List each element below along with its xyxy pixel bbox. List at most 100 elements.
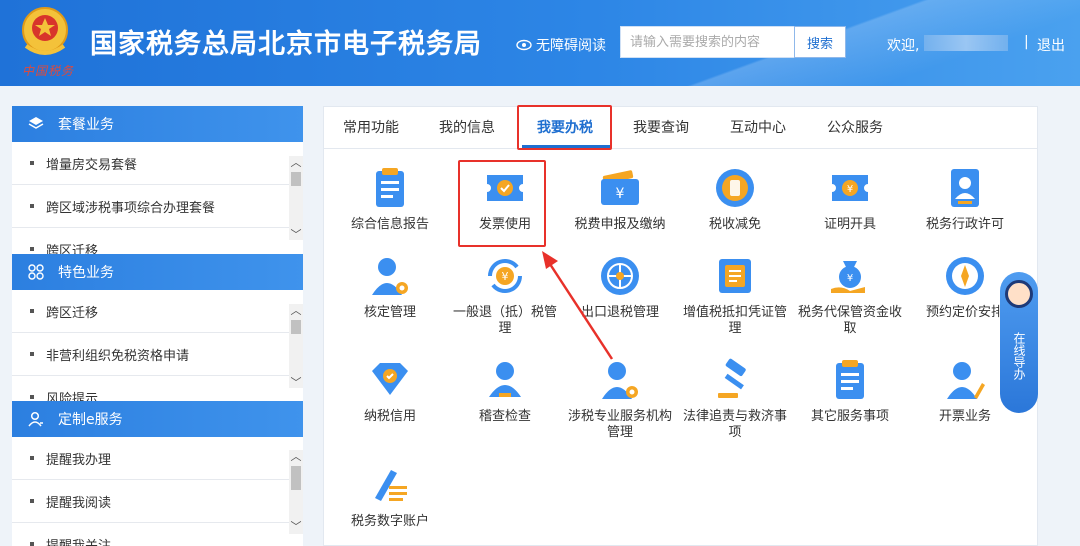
tab-public-service[interactable]: 公众服务: [827, 107, 883, 149]
grid-icon: [28, 264, 44, 280]
active-tab-indicator: [522, 145, 610, 148]
sidebar-item-label: 跨区迁移: [46, 243, 99, 255]
sidebar-list-custom: 提醒我办理 提醒我阅读 提醒我关注: [12, 437, 303, 546]
certificate-ticket-icon: ¥: [832, 175, 868, 201]
func-label: 纳税信用: [363, 409, 416, 424]
id-card-icon: [951, 169, 979, 207]
func-label: 综合信息报告: [350, 217, 429, 232]
bullet: [30, 161, 34, 165]
logout-link[interactable]: 退出: [1037, 35, 1065, 55]
func-agency-management[interactable]: 涉税专业服务机构管理: [564, 357, 676, 441]
bullet: [30, 309, 34, 313]
func-admin-permit[interactable]: 税务行政许可: [909, 165, 1021, 233]
sidebar-section-title: 定制e服务: [58, 412, 123, 428]
sidebar-list-package: 增量房交易套餐 跨区域涉税事项综合办理套餐 跨区迁移: [12, 142, 303, 254]
scrollbar-thumb[interactable]: [291, 466, 301, 490]
chevron-up-icon[interactable]: ︿: [289, 156, 303, 170]
sidebar-item[interactable]: 提醒我阅读: [12, 480, 303, 523]
chevron-down-icon[interactable]: ﹀: [289, 376, 303, 390]
compass-icon: [946, 257, 984, 295]
sidebar-section-title: 套餐业务: [58, 117, 114, 133]
func-comprehensive-report[interactable]: 综合信息报告: [334, 165, 446, 233]
bullet: [30, 352, 34, 356]
chevron-down-icon[interactable]: ﹀: [289, 520, 303, 534]
func-tax-reduction[interactable]: 税收减免: [679, 165, 791, 233]
sidebar-item[interactable]: 增量房交易套餐: [12, 142, 303, 185]
func-digital-account[interactable]: 税务数字账户: [334, 462, 446, 530]
func-declaration-payment[interactable]: ¥ 税费申报及缴纳: [564, 165, 676, 233]
func-audit-inspection[interactable]: 稽查检查: [449, 357, 561, 425]
emblem-signature: 中国税务: [22, 64, 75, 78]
gavel-icon: [718, 358, 746, 398]
clipboard-list-icon: [836, 360, 864, 399]
bullet: [30, 499, 34, 503]
refund-cycle-icon: ¥: [488, 259, 522, 293]
sidebar-item[interactable]: 非营利组织免税资格申请: [12, 333, 303, 376]
search-input[interactable]: [621, 27, 793, 57]
sidebar-item[interactable]: 跨区迁移: [12, 228, 303, 254]
layers-icon: [28, 117, 44, 129]
func-certificate-issuing[interactable]: ¥ 证明开具: [794, 165, 906, 233]
digital-account-pen-icon: [375, 470, 407, 501]
sidebar-item[interactable]: 风险提示: [12, 376, 303, 401]
accessibility-label: 无障碍阅读: [536, 38, 606, 54]
sidebar-section-featured[interactable]: 特色业务: [12, 254, 303, 290]
site-title: 国家税务总局北京市电子税务局: [90, 29, 482, 60]
sidebar-item-label: 跨区迁移: [46, 305, 99, 321]
func-label: 核定管理: [363, 305, 416, 320]
online-guide-button[interactable]: 在线导办: [1000, 272, 1038, 413]
accessibility-reading-link[interactable]: 无障碍阅读: [516, 35, 606, 55]
sidebar-item[interactable]: 提醒我关注: [12, 523, 303, 546]
welcome-text: 欢迎,: [887, 38, 920, 54]
bullet: [30, 204, 34, 208]
func-label: 税务数字账户: [350, 514, 429, 529]
tab-query[interactable]: 我要查询: [633, 107, 689, 149]
func-assessment-management[interactable]: 核定管理: [334, 253, 446, 321]
tax-emblem-icon: [22, 7, 68, 55]
func-other-services[interactable]: 其它服务事项: [794, 357, 906, 425]
func-label: 税收减免: [708, 217, 761, 232]
scrollbar-thumb[interactable]: [291, 172, 301, 186]
chevron-up-icon[interactable]: ︿: [289, 450, 303, 464]
sidebar-item-label: 提醒我办理: [46, 452, 112, 468]
sidebar-item-label: 非营利组织免税资格申请: [46, 348, 190, 364]
annotation-arrow: [542, 251, 614, 360]
chevron-up-icon[interactable]: ︿: [289, 304, 303, 318]
func-vat-deduction[interactable]: 增值税抵扣凭证管理: [679, 253, 791, 337]
func-tax-credit[interactable]: 纳税信用: [334, 357, 446, 425]
sidebar: 套餐业务 增量房交易套餐 跨区域涉税事项综合办理套餐 跨区迁移 ︿ ﹀ 特色业务…: [12, 106, 303, 546]
func-label: 涉税专业服务机构管理: [567, 409, 672, 440]
site-header: 中国税务 国家税务总局北京市电子税务局 无障碍阅读 搜索 欢迎, | 退出: [0, 0, 1080, 86]
func-custody-funds[interactable]: ¥ 税务代保管资金收取: [794, 253, 906, 337]
report-doc-icon: [376, 168, 404, 207]
func-label: 稽查检查: [478, 409, 531, 424]
sidebar-list-featured: 跨区迁移 非营利组织免税资格申请 风险提示: [12, 290, 303, 401]
scrollbar-thumb[interactable]: [291, 320, 301, 334]
sidebar-item[interactable]: 跨区域涉税事项综合办理套餐: [12, 185, 303, 228]
func-label: 证明开具: [823, 217, 876, 232]
tab-interaction[interactable]: 互动中心: [730, 107, 786, 149]
credit-diamond-icon: [372, 363, 408, 395]
main-panel: 常用功能 我的信息 我要办税 我要查询 互动中心 公众服务 综合信息报告 发票使…: [323, 105, 1038, 546]
tab-tax-handling[interactable]: 我要办税: [537, 107, 593, 149]
tab-common-functions[interactable]: 常用功能: [343, 107, 399, 149]
tab-my-info[interactable]: 我的信息: [439, 107, 495, 149]
search-button[interactable]: 搜索: [794, 26, 846, 58]
func-label: 税务行政许可: [925, 217, 1004, 232]
chevron-down-icon[interactable]: ﹀: [289, 228, 303, 242]
sidebar-item-label: 风险提示: [46, 391, 99, 402]
sidebar-item-label: 提醒我阅读: [46, 495, 112, 511]
sidebar-item[interactable]: 提醒我办理: [12, 437, 303, 480]
svg-text:¥: ¥: [847, 273, 853, 284]
sidebar-section-custom[interactable]: 定制e服务: [12, 401, 303, 437]
bullet: [30, 456, 34, 460]
func-label: 法律追责与救济事项: [682, 409, 787, 440]
sidebar-item[interactable]: 跨区迁移: [12, 290, 303, 333]
func-invoice-use[interactable]: 发票使用: [449, 165, 561, 233]
money-bag-hand-icon: ¥: [831, 261, 865, 293]
sidebar-section-package[interactable]: 套餐业务: [12, 106, 303, 142]
func-legal-remedy[interactable]: 法律追责与救济事项: [679, 357, 791, 441]
search-box: 搜索: [620, 26, 846, 58]
header-separator: |: [1024, 34, 1029, 50]
sidebar-section-title: 特色业务: [58, 265, 114, 281]
